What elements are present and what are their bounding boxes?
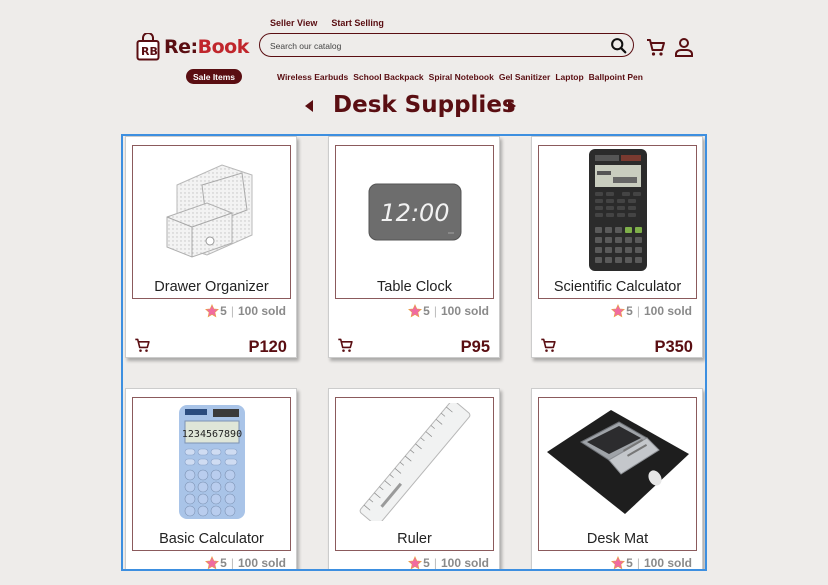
category-link-ballpoint-pen[interactable]: Ballpoint Pen <box>589 72 643 82</box>
product-image <box>133 146 290 274</box>
sold-count: 100 sold <box>237 304 286 318</box>
product-price: P120 <box>248 338 287 356</box>
category-link-gel-sanitizer[interactable]: Gel Sanitizer <box>499 72 551 82</box>
category-title-row: Desk Supplies <box>0 92 828 122</box>
scientific-calculator-image <box>588 149 647 271</box>
search-icon[interactable] <box>610 37 627 54</box>
drawer-organizer-image <box>166 164 252 258</box>
product-rating: 5 | 100 sold <box>408 556 489 570</box>
category-link-spiral-notebook[interactable]: Spiral Notebook <box>429 72 494 82</box>
shopping-bag-logo-icon: RB <box>136 33 160 61</box>
product-image <box>539 146 696 274</box>
product-image-frame: Desk Mat <box>538 397 697 551</box>
sold-count: 100 sold <box>643 304 692 318</box>
add-to-cart-icon[interactable] <box>337 337 354 353</box>
rating-separator: | <box>230 304 234 318</box>
product-price: P95 <box>460 338 490 356</box>
user-icon[interactable] <box>674 37 694 57</box>
product-rating: 5 | 100 sold <box>611 556 692 570</box>
table-clock-image: 12:00 <box>368 183 461 241</box>
category-link-wireless-earbuds[interactable]: Wireless Earbuds <box>277 72 348 82</box>
search-bar <box>259 33 634 57</box>
clock-display: 12:00 <box>380 199 449 227</box>
product-name: Basic Calculator <box>159 531 264 547</box>
sold-count: 100 sold <box>440 304 489 318</box>
category-nav: Wireless Earbuds School Backpack Spiral … <box>277 72 643 82</box>
sale-items-button[interactable]: Sale Items <box>186 69 242 84</box>
product-name: Ruler <box>397 531 432 547</box>
star-icon <box>408 556 423 569</box>
rating-separator: | <box>636 556 640 570</box>
product-card[interactable]: 12:00 Table Clock 5 | 100 sold P95 <box>328 136 500 358</box>
previous-category-arrow-icon[interactable] <box>303 99 315 113</box>
seller-view-link[interactable]: Seller View <box>270 18 317 28</box>
next-category-arrow-icon[interactable] <box>506 99 518 113</box>
rating-separator: | <box>636 304 640 318</box>
rating-separator: | <box>230 556 234 570</box>
product-grid: Drawer Organizer 5 | 100 sold P120 12:00 T… <box>121 134 707 571</box>
top-links: Seller View Start Selling <box>270 18 384 28</box>
product-rating: 5 | 100 sold <box>611 304 692 318</box>
rating-value: 5 <box>626 304 633 318</box>
product-image: 12:00 <box>336 146 493 274</box>
desk-mat-image <box>546 410 689 514</box>
product-rating: 5 | 100 sold <box>205 556 286 570</box>
product-name: Scientific Calculator <box>553 279 682 295</box>
sold-count: 100 sold <box>643 556 692 570</box>
star-icon <box>408 304 423 318</box>
rating-value: 5 <box>423 556 430 570</box>
star-icon <box>205 304 220 318</box>
rating-value: 5 <box>220 304 227 318</box>
rating-value: 5 <box>423 304 430 318</box>
product-image: 1234567890 <box>133 398 290 526</box>
add-to-cart-icon[interactable] <box>540 337 557 353</box>
product-card[interactable]: Desk Mat 5 | 100 sold <box>531 388 703 570</box>
product-card[interactable]: Drawer Organizer 5 | 100 sold P120 <box>125 136 297 358</box>
rating-value: 5 <box>626 556 633 570</box>
svg-text:RB: RB <box>141 45 158 58</box>
product-card[interactable]: 1234567890 Basic Calculator 5 | 100 sold <box>125 388 297 570</box>
brand-logo[interactable]: RB Re:Book <box>136 32 250 62</box>
product-name: Desk Mat <box>586 531 649 547</box>
rating-value: 5 <box>220 556 227 570</box>
page-title: Desk Supplies <box>333 92 516 118</box>
star-icon <box>611 556 626 569</box>
star-icon <box>611 304 626 318</box>
product-price: P350 <box>654 338 693 356</box>
logo-wordmark: Re:Book <box>164 36 249 58</box>
product-image-frame: 12:00 Table Clock <box>335 145 494 299</box>
product-card[interactable]: Ruler 5 | 100 sold <box>328 388 500 570</box>
product-image <box>539 398 696 526</box>
rating-separator: | <box>433 304 437 318</box>
product-rating: 5 | 100 sold <box>205 304 286 318</box>
start-selling-link[interactable]: Start Selling <box>331 18 384 28</box>
product-image-frame: 1234567890 Basic Calculator <box>132 397 291 551</box>
product-rating: 5 | 100 sold <box>408 304 489 318</box>
star-icon <box>205 556 220 569</box>
ruler-image <box>359 403 470 521</box>
category-link-laptop[interactable]: Laptop <box>555 72 583 82</box>
rating-separator: | <box>433 556 437 570</box>
svg-text:1234567890: 1234567890 <box>181 429 241 440</box>
product-card[interactable]: Scientific Calculator 5 | 100 sold P350 <box>531 136 703 358</box>
product-image-frame: Ruler <box>335 397 494 551</box>
category-link-school-backpack[interactable]: School Backpack <box>353 72 423 82</box>
product-image-frame: Drawer Organizer <box>132 145 291 299</box>
sold-count: 100 sold <box>440 556 489 570</box>
product-name: Table Clock <box>377 279 452 295</box>
basic-calculator-image: 1234567890 <box>178 405 245 519</box>
product-image <box>336 398 493 526</box>
product-name: Drawer Organizer <box>154 279 269 295</box>
sold-count: 100 sold <box>237 556 286 570</box>
cart-icon[interactable] <box>646 37 666 57</box>
product-image-frame: Scientific Calculator <box>538 145 697 299</box>
add-to-cart-icon[interactable] <box>134 337 151 353</box>
search-input[interactable] <box>270 38 600 53</box>
